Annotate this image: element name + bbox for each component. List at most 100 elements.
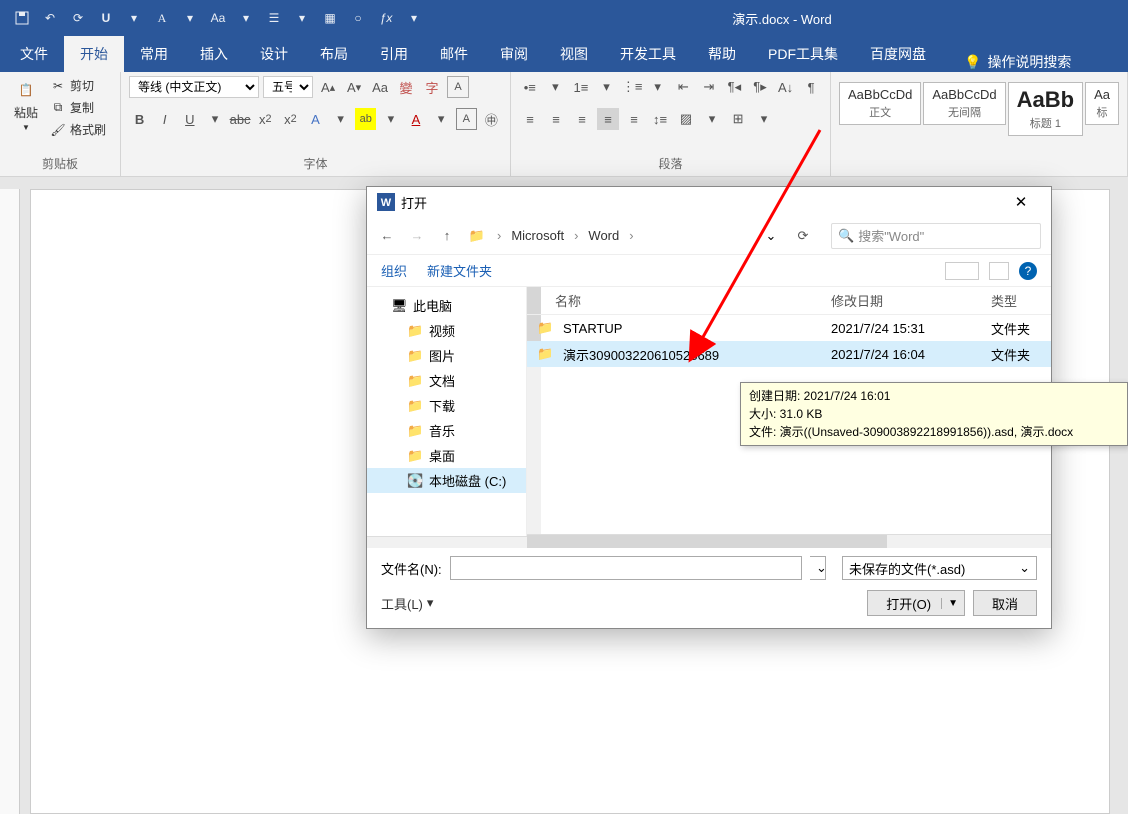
tree-videos[interactable]: 📁视频 [367,318,526,343]
qat-dropdown-icon[interactable]: ▾ [292,8,312,28]
italic-icon[interactable]: I [154,108,175,130]
align-left-icon[interactable]: ≡ [519,108,541,130]
style-normal[interactable]: AaBbCcDd 正文 [839,82,921,125]
numbering-icon[interactable]: 1≡ [570,76,592,98]
distribute-icon[interactable]: ≡ [623,108,645,130]
phonetic-icon[interactable]: 變 [395,76,417,98]
char-border-icon[interactable]: 字 [421,76,443,98]
style-more[interactable]: Aa 标 [1085,82,1119,125]
shading-icon[interactable]: ▨ [675,108,697,130]
col-date[interactable]: 修改日期 [831,291,991,310]
col-type[interactable]: 类型 [991,291,1041,310]
font-family-select[interactable]: 等线 (中文正文) [129,76,259,98]
tab-pdf[interactable]: PDF工具集 [752,36,854,72]
cancel-button[interactable]: 取消 [973,590,1037,616]
tab-common[interactable]: 常用 [124,36,184,72]
tab-references[interactable]: 引用 [364,36,424,72]
fx-icon[interactable]: ƒx [376,8,396,28]
address-dropdown[interactable]: ⌄ [759,228,783,244]
copy-button[interactable]: ⧉复制 [48,98,108,117]
clear-format-icon[interactable]: A [447,76,469,98]
undo-icon[interactable]: ↶ [40,8,60,28]
file-row-startup[interactable]: 📁 STARTUP 2021/7/24 15:31 文件夹 [527,315,1051,341]
sync-icon[interactable]: ⟳ [68,8,88,28]
grow-font-icon[interactable]: A▴ [317,76,339,98]
tree-music[interactable]: 📁音乐 [367,418,526,443]
tab-baidu[interactable]: 百度网盘 [854,36,942,72]
file-filter-select[interactable]: 未保存的文件(*.asd) ⌄ [842,556,1037,580]
tree-downloads[interactable]: 📁下载 [367,393,526,418]
font-size-select[interactable]: 五号 [263,76,313,98]
tab-devtools[interactable]: 开发工具 [604,36,692,72]
table-icon[interactable]: ▦ [320,8,340,28]
font-color-icon[interactable]: A [405,108,426,130]
col-name[interactable]: 名称 [537,291,831,310]
tab-layout[interactable]: 布局 [304,36,364,72]
sort-icon[interactable]: A↓ [775,76,797,98]
tree-desktop[interactable]: 📁桌面 [367,443,526,468]
enclose-icon[interactable]: A [456,108,477,130]
up-button[interactable]: ↑ [437,228,457,243]
underline-dropdown-icon[interactable]: ▾ [204,108,225,130]
qat-more-icon[interactable]: ▾ [404,8,424,28]
shrink-font-icon[interactable]: A▾ [343,76,365,98]
effects-dropdown-icon[interactable]: ▾ [330,108,351,130]
text-effects-icon[interactable]: A [305,108,326,130]
tab-view[interactable]: 视图 [544,36,604,72]
underline-icon[interactable]: U [96,8,116,28]
paste-button[interactable]: 📋 粘贴 ▼ [8,76,44,134]
tree-scrollbar[interactable] [367,536,527,548]
subscript-icon[interactable]: x2 [255,108,276,130]
qat-dropdown-icon[interactable]: ▾ [180,8,200,28]
organize-button[interactable]: 组织 [381,261,407,280]
refresh-button[interactable]: ⟳ [793,228,813,244]
change-case-icon[interactable]: Aa [369,76,391,98]
align-right-icon[interactable]: ≡ [571,108,593,130]
case-icon[interactable]: Aa [208,8,228,28]
tab-home[interactable]: 开始 [64,36,124,72]
borders-icon[interactable]: ⊞ [727,108,749,130]
tree-pictures[interactable]: 📁图片 [367,343,526,368]
pilcrow-icon[interactable]: ¶ [800,76,822,98]
save-icon[interactable] [12,8,32,28]
tell-me-search[interactable]: 💡 操作说明搜索 [952,52,1083,72]
tools-dropdown[interactable]: 工具(L) ▾ [381,594,433,613]
shape-icon[interactable]: ○ [348,8,368,28]
bullets-icon[interactable]: •≡ [519,76,541,98]
filename-input[interactable] [450,556,802,580]
file-scrollbar-h[interactable] [527,534,1051,548]
tab-insert[interactable]: 插入 [184,36,244,72]
chevron-down-icon[interactable]: ▾ [647,76,669,98]
justify-icon[interactable]: ≡ [597,108,619,130]
search-input[interactable]: 🔍 搜索"Word" [831,223,1041,249]
help-button[interactable]: ? [1019,262,1037,280]
tab-file[interactable]: 文件 [4,36,64,72]
tree-this-pc[interactable]: 🖥此电脑 [367,293,526,318]
highlight-dropdown-icon[interactable]: ▾ [380,108,401,130]
style-heading1[interactable]: AaBb 标题 1 [1008,82,1083,136]
new-folder-button[interactable]: 新建文件夹 [427,261,492,280]
qat-dropdown-icon[interactable]: ▾ [236,8,256,28]
line-spacing-icon[interactable]: ↕≡ [649,108,671,130]
outdent-icon[interactable]: ⇤ [672,76,694,98]
rtl-icon[interactable]: ¶▸ [749,76,771,98]
tree-documents[interactable]: 📁文档 [367,368,526,393]
underline-icon[interactable]: U [179,108,200,130]
tree-drive-c[interactable]: 💽本地磁盘 (C:) [367,468,526,493]
tab-review[interactable]: 审阅 [484,36,544,72]
font-color-dropdown-icon[interactable]: ▾ [431,108,452,130]
cut-button[interactable]: ✂剪切 [48,76,108,95]
close-button[interactable]: ✕ [1001,193,1041,211]
indent-icon[interactable]: ⇥ [698,76,720,98]
superscript-icon[interactable]: x2 [280,108,301,130]
format-painter-button[interactable]: 🖌格式刷 [48,120,108,139]
chevron-down-icon[interactable]: ▾ [596,76,618,98]
circled-icon[interactable]: ㊥ [481,108,502,130]
crumb-word[interactable]: Word [588,228,619,243]
highlight-icon[interactable]: ab [355,108,376,130]
align-center-icon[interactable]: ≡ [545,108,567,130]
strike-icon[interactable]: abc [230,108,251,130]
bold-icon[interactable]: B [129,108,150,130]
preview-pane-button[interactable] [989,262,1009,280]
style-no-spacing[interactable]: AaBbCcDd 无间隔 [923,82,1005,125]
